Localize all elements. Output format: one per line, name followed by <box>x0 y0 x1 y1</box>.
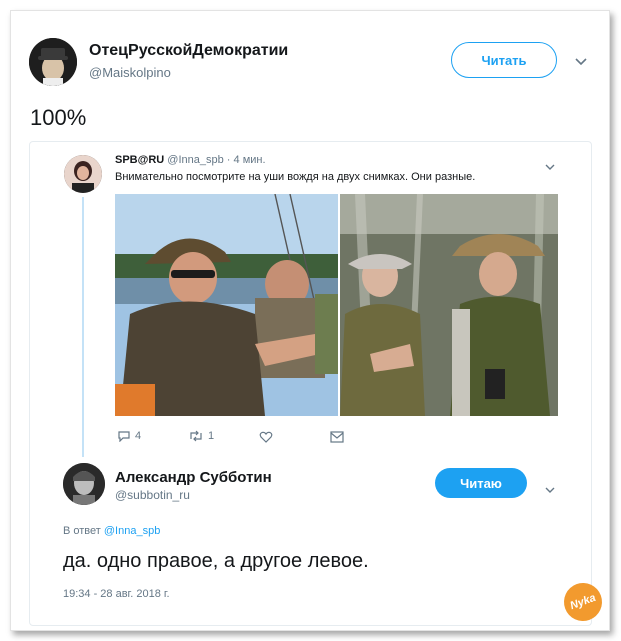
chevron-down-icon[interactable] <box>575 53 587 69</box>
reply-timestamp[interactable]: 19:34 - 28 авг. 2018 г. <box>63 588 170 600</box>
reply-icon <box>118 431 130 442</box>
reply-count: 4 <box>135 430 142 442</box>
reply-avatar[interactable] <box>63 463 105 505</box>
follow-button[interactable]: Читать <box>451 42 557 78</box>
reply-prefix: В ответ <box>63 525 101 537</box>
quoted-header: SPB@RU @Inna_spb · 4 мин. <box>115 154 266 166</box>
quoted-avatar[interactable] <box>64 155 102 193</box>
quoted-author-handle[interactable]: @Inna_spb <box>167 154 223 166</box>
heart-icon <box>259 431 273 443</box>
envelope-icon <box>330 431 344 443</box>
reply-to-link[interactable]: @Inna_spb <box>104 525 160 537</box>
reply-text: да. одно правое, а другое левое. <box>63 550 369 572</box>
quoted-time[interactable]: · 4 мин. <box>227 154 266 166</box>
chevron-down-icon[interactable] <box>545 158 555 174</box>
reply-author-handle[interactable]: @subbotin_ru <box>115 488 190 502</box>
like-action[interactable] <box>259 430 273 448</box>
main-author-name[interactable]: ОтецРусскойДемократии <box>89 42 288 60</box>
quoted-text: Внимательно посмотрите на уши вождя на д… <box>115 171 476 183</box>
watermark-text: Nyka <box>568 591 598 613</box>
main-author-handle[interactable]: @Maiskolpino <box>89 65 171 80</box>
retweet-count: 1 <box>208 430 215 442</box>
chevron-down-icon[interactable] <box>545 481 555 497</box>
retweet-action[interactable]: 1 <box>188 430 214 442</box>
thread-connector <box>82 197 84 457</box>
portrait-icon <box>29 38 77 86</box>
photo-right[interactable] <box>340 194 558 416</box>
retweet-icon <box>190 430 202 442</box>
portrait-icon <box>63 463 105 505</box>
message-action[interactable] <box>330 430 344 448</box>
portrait-icon <box>64 155 102 193</box>
reply-action[interactable]: 4 <box>117 430 141 442</box>
quoted-author-name[interactable]: SPB@RU <box>115 154 164 166</box>
reply-author-name[interactable]: Александр Субботин <box>115 469 272 486</box>
tweet-card: ОтецРусскойДемократии @Maiskolpino Читат… <box>10 10 610 631</box>
photo-left[interactable] <box>115 194 338 416</box>
reply-context: В ответ @Inna_spb <box>63 525 160 537</box>
following-button[interactable]: Читаю <box>435 468 527 498</box>
tweet-text: 100% <box>30 105 87 130</box>
main-avatar[interactable] <box>29 38 77 86</box>
